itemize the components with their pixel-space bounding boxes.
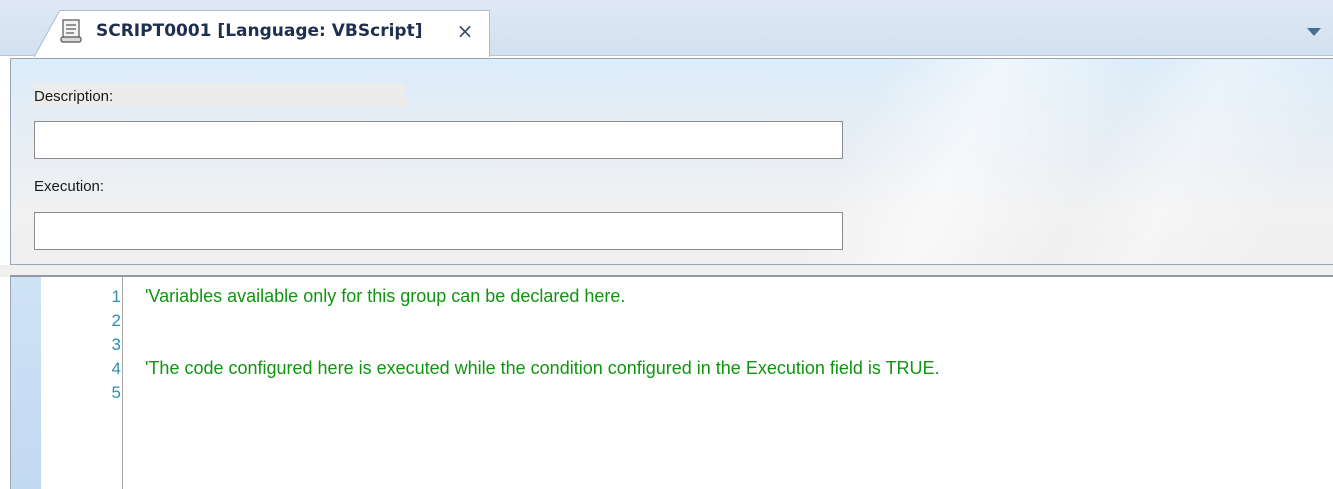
close-icon[interactable]: × [453,19,477,43]
script-editor-window: SCRIPT0001 [Language: VBScript] × Descri… [0,0,1333,489]
execution-label: Execution: [34,178,105,195]
code-editor[interactable] [10,277,1333,489]
line-number: 2 [111,311,121,330]
code-line[interactable]: 'The code configured here is executed wh… [145,357,940,379]
description-field[interactable] [34,121,843,159]
dropdown-arrow-icon[interactable] [1302,22,1326,42]
editor-margin [11,277,41,489]
line-number: 3 [111,335,121,354]
script-icon [58,18,84,44]
description-label: Description: [34,88,114,105]
line-number: 5 [111,383,121,402]
code-line[interactable]: 'Variables available only for this group… [145,285,625,307]
tab-title: SCRIPT0001 [Language: VBScript] [96,21,423,41]
line-number: 1 [111,287,121,306]
execution-field[interactable] [34,212,843,250]
line-number: 4 [111,359,121,378]
